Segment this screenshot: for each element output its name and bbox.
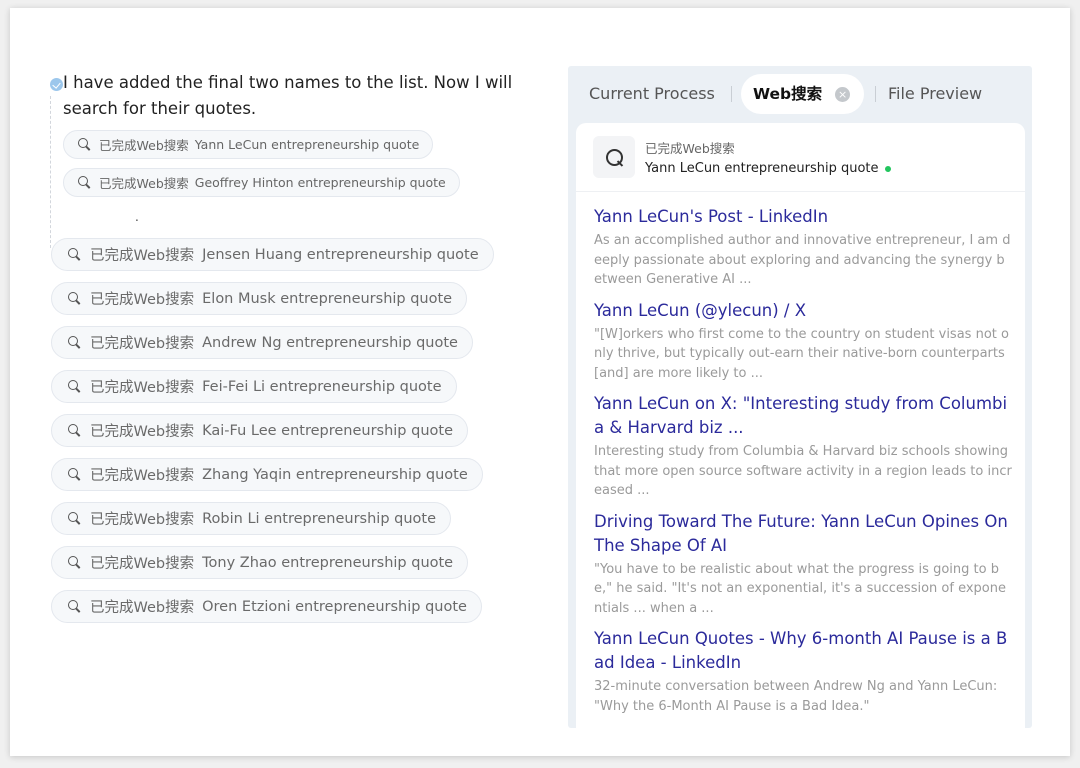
result-item: Yann LeCun's Post - LinkedIn As an accom…: [594, 205, 1012, 290]
timeline-connector: [50, 96, 51, 248]
search-query: Zhang Yaqin entrepreneurship quote: [202, 466, 468, 483]
search-icon: [68, 600, 81, 613]
search-pill[interactable]: 已完成Web搜索 Andrew Ng entrepreneurship quot…: [51, 326, 473, 359]
result-snippet: "You have to be realistic about what the…: [594, 561, 1006, 616]
search-pill[interactable]: 已完成Web搜索 Geoffrey Hinton entrepreneurshi…: [63, 168, 460, 197]
search-status: 已完成Web搜索: [90, 600, 195, 616]
search-pill[interactable]: 已完成Web搜索 Kai-Fu Lee entrepreneurship quo…: [51, 414, 468, 447]
search-query: Oren Etzioni entrepreneurship quote: [202, 598, 467, 615]
search-icon: [68, 424, 81, 437]
search-header: 已完成Web搜索 Yann LeCun entrepreneurship quo…: [576, 123, 1025, 192]
search-query: Fei-Fei Li entrepreneurship quote: [202, 378, 442, 395]
search-status: 已完成Web搜索: [90, 424, 195, 440]
panel-tabs: Current Process Web搜索 × File Preview: [568, 66, 1032, 122]
search-results-card: 已完成Web搜索 Yann LeCun entrepreneurship quo…: [576, 123, 1025, 728]
results-list: Yann LeCun's Post - LinkedIn As an accom…: [594, 205, 1012, 725]
result-title-link[interactable]: Yann LeCun Quotes - Why 6-month AI Pause…: [594, 627, 1012, 675]
search-status: 已完成Web搜索: [90, 380, 195, 396]
search-icon: [68, 380, 81, 393]
result-item: Driving Toward The Future: Yann LeCun Op…: [594, 510, 1012, 619]
tab-divider: [731, 86, 732, 102]
result-snippet: Interesting study from Columbia & Harvar…: [594, 444, 1012, 498]
search-icon: [68, 512, 81, 525]
result-snippet: As an accomplished author and innovative…: [594, 233, 1011, 287]
search-query: Geoffrey Hinton entrepreneurship quote: [194, 175, 446, 190]
tab-web-search-label: Web搜索: [753, 85, 823, 103]
search-status: 已完成Web搜索: [99, 138, 189, 153]
result-item: Yann LeCun on X: "Interesting study from…: [594, 392, 1012, 501]
search-status: 已完成Web搜索: [90, 336, 195, 352]
tab-current-process[interactable]: Current Process: [589, 66, 715, 122]
search-query: Yann LeCun entrepreneurship quote: [194, 137, 420, 152]
search-query: Yann LeCun entrepreneurship quote: [645, 161, 891, 176]
check-circle-icon: [50, 78, 63, 91]
search-status: 已完成Web搜索: [90, 556, 195, 572]
search-pill[interactable]: 已完成Web搜索 Zhang Yaqin entrepreneurship qu…: [51, 458, 483, 491]
result-title-link[interactable]: Yann LeCun on X: "Interesting study from…: [594, 392, 1012, 440]
search-query: Kai-Fu Lee entrepreneurship quote: [202, 422, 453, 439]
search-status: 已完成Web搜索: [90, 248, 195, 264]
result-title-link[interactable]: Yann LeCun's Post - LinkedIn: [594, 205, 1012, 229]
close-icon[interactable]: ×: [835, 86, 851, 102]
search-list: 已完成Web搜索 Jensen Huang entrepreneurship q…: [51, 238, 494, 634]
tab-divider: [875, 86, 876, 102]
search-icon: [78, 176, 91, 189]
result-title-link[interactable]: Yann LeCun (@ylecun) / X: [594, 299, 1012, 323]
search-icon: [68, 336, 81, 349]
search-query: Tony Zhao entrepreneurship quote: [202, 554, 454, 571]
search-status: 已完成Web搜索: [90, 292, 195, 308]
search-query: Andrew Ng entrepreneurship quote: [202, 334, 458, 351]
status-dot: [884, 165, 891, 172]
search-pill[interactable]: 已完成Web搜索 Yann LeCun entrepreneurship quo…: [63, 130, 434, 159]
side-panel: Current Process Web搜索 × File Preview 已完成…: [568, 66, 1032, 728]
search-status: 已完成Web搜索: [99, 176, 189, 191]
screenshot-frame: I have added the final two names to the …: [10, 8, 1070, 756]
search-icon-box: [593, 136, 635, 178]
search-pill[interactable]: 已完成Web搜索 Robin Li entrepreneurship quote: [51, 502, 452, 535]
trailing-mark: .: [135, 210, 139, 224]
search-icon: [68, 248, 81, 261]
thought-step: I have added the final two names to the …: [50, 70, 520, 248]
result-title-link[interactable]: Driving Toward The Future: Yann LeCun Op…: [594, 510, 1012, 558]
result-snippet: 32-minute conversation between Andrew Ng…: [594, 679, 998, 714]
result-item: Yann LeCun (@ylecun) / X "[W]orkers who …: [594, 299, 1012, 384]
search-status: 已完成Web搜索: [645, 141, 735, 156]
search-status: 已完成Web搜索: [90, 468, 195, 484]
search-pill[interactable]: 已完成Web搜索 Jensen Huang entrepreneurship q…: [51, 238, 494, 271]
search-icon: [68, 468, 81, 481]
search-pill[interactable]: 已完成Web搜索 Fei-Fei Li entrepreneurship quo…: [51, 370, 457, 403]
search-pill[interactable]: 已完成Web搜索 Elon Musk entrepreneurship quot…: [51, 282, 468, 315]
thought-text: I have added the final two names to the …: [63, 73, 513, 118]
result-snippet: "[W]orkers who first come to the country…: [594, 326, 1009, 381]
search-pill[interactable]: 已完成Web搜索 Oren Etzioni entrepreneurship q…: [51, 590, 482, 623]
search-query: Elon Musk entrepreneurship quote: [202, 290, 453, 307]
search-query-text: Yann LeCun entrepreneurship quote: [645, 161, 879, 176]
sub-search-list: 已完成Web搜索 Yann LeCun entrepreneurship quo…: [63, 130, 520, 206]
search-icon: [68, 292, 81, 305]
tab-web-search[interactable]: Web搜索 ×: [741, 74, 865, 114]
search-status: 已完成Web搜索: [90, 512, 195, 528]
search-pill[interactable]: 已完成Web搜索 Tony Zhao entrepreneurship quot…: [51, 546, 469, 579]
result-item: Yann LeCun Quotes - Why 6-month AI Pause…: [594, 627, 1012, 716]
search-icon: [78, 138, 91, 151]
search-query: Jensen Huang entrepreneurship quote: [202, 246, 479, 263]
tab-file-preview[interactable]: File Preview: [888, 66, 982, 122]
search-icon: [606, 149, 624, 167]
search-query: Robin Li entrepreneurship quote: [202, 510, 437, 527]
search-icon: [68, 556, 81, 569]
